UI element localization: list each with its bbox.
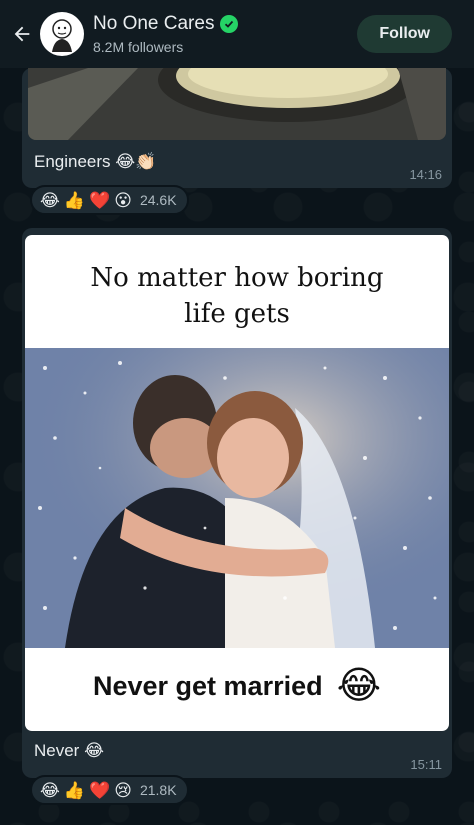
channel-avatar[interactable] (40, 12, 84, 56)
verified-check-icon (220, 15, 239, 33)
message-image[interactable] (28, 68, 446, 140)
joy-emoji-icon: 😂 (40, 780, 60, 800)
thumbs-up-emoji-icon: 👍 (63, 190, 86, 210)
meme-bottom-text: Never get married 😂 (25, 667, 449, 705)
thumbs-up-emoji-icon: 👍 (63, 780, 86, 800)
reaction-bar[interactable]: 😂 👍 ❤️ 😢 21.8K (30, 775, 189, 805)
meme-image[interactable]: No matter how boring life gets Never get… (25, 235, 449, 731)
wedding-photo (25, 348, 449, 648)
heart-emoji-icon: ❤️ (89, 780, 111, 800)
joy-emoji-icon: 😂 (40, 190, 60, 210)
arrow-left-icon[interactable] (4, 16, 40, 52)
follow-button[interactable]: Follow (357, 15, 452, 53)
meme-bottom-label: Never get married (92, 670, 323, 701)
crying-emoji-icon: 😢 (114, 780, 132, 800)
reaction-count: 24.6K (139, 192, 177, 208)
heart-emoji-icon: ❤️ (89, 190, 111, 210)
message-bubble[interactable]: Engineers 😂👏🏻 14:16 (22, 68, 452, 188)
meme-top-text: No matter how boring life gets (25, 260, 449, 332)
reaction-bar[interactable]: 😂 👍 ❤️ 😮 24.6K (30, 185, 189, 215)
reaction-count: 21.8K (139, 782, 177, 798)
meme-top-line: No matter how boring (90, 263, 384, 293)
message-caption: Engineers 😂👏🏻 (34, 152, 157, 171)
message-time: 15:11 (410, 757, 442, 772)
channel-name[interactable]: No One Cares (93, 13, 214, 35)
message-bubble[interactable]: No matter how boring life gets Never get… (22, 228, 452, 778)
message-caption: Never 😂 (34, 741, 104, 760)
meme-top-line: life gets (184, 299, 290, 329)
channel-header: No One Cares 8.2M followers Follow (0, 0, 474, 68)
meme-face-icon (52, 19, 72, 52)
surprised-emoji-icon: 😮 (114, 190, 132, 210)
message-time: 14:16 (409, 167, 442, 182)
joy-emoji-icon: 😂 (336, 665, 381, 707)
follower-count: 8.2M followers (93, 39, 184, 55)
